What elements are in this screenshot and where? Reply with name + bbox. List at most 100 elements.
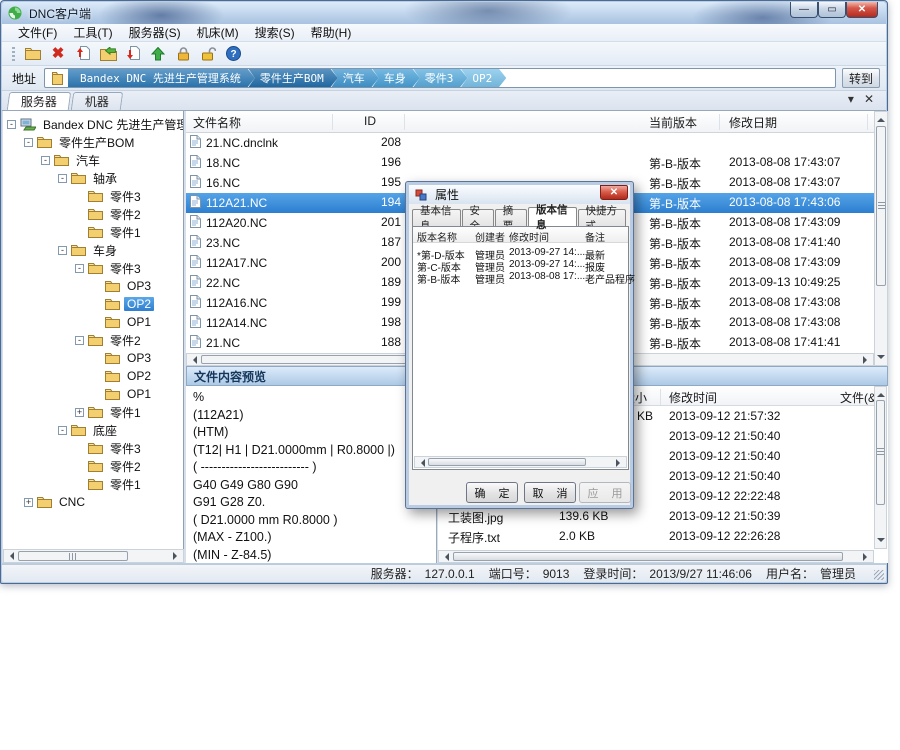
unlock-icon[interactable] <box>199 45 217 63</box>
scroll-right-icon[interactable] <box>863 553 871 561</box>
expand-minus-icon[interactable]: - <box>58 246 67 255</box>
view-tab-server[interactable]: 服务器 <box>7 92 72 110</box>
dialog-tab-0[interactable]: 基本信息 <box>412 209 461 226</box>
expand-minus-icon[interactable]: - <box>58 426 67 435</box>
dialog-tab-2[interactable]: 摘要 <box>495 209 527 226</box>
scroll-up-icon[interactable] <box>877 114 885 122</box>
scrollbar-thumb[interactable] <box>876 126 886 286</box>
tree-item[interactable]: +CNC <box>3 493 183 511</box>
expand-minus-icon[interactable]: - <box>41 156 50 165</box>
attachment-vertical-scrollbar[interactable] <box>874 386 887 549</box>
tree-item[interactable]: OP3 <box>3 277 183 295</box>
dialog-title-bar[interactable]: 属性 ✕ <box>409 185 630 204</box>
tree-item[interactable]: 零件3 <box>3 439 183 457</box>
tree-item[interactable]: -零件2 <box>3 331 183 349</box>
tree-item[interactable]: OP2 <box>3 295 183 313</box>
column-id[interactable]: ID <box>364 114 376 128</box>
resize-grip[interactable] <box>874 570 884 580</box>
column-note[interactable]: 备注 <box>585 229 605 244</box>
column-file[interactable]: 文件(& <box>840 389 876 406</box>
tree-item[interactable]: -零件3 <box>3 259 183 277</box>
scroll-up-icon[interactable] <box>877 389 885 397</box>
attachment-row[interactable]: 工装图.jpg139.6 KB2013-09-12 21:50:39 <box>438 507 874 527</box>
column-creator[interactable]: 创建者 <box>475 229 505 244</box>
scrollbar-thumb[interactable] <box>876 400 885 505</box>
upload-arrow-icon[interactable] <box>149 45 167 63</box>
scrollbar-thumb[interactable] <box>18 551 128 561</box>
tree-item[interactable]: -轴承 <box>3 169 183 187</box>
expand-minus-icon[interactable]: - <box>75 336 84 345</box>
tree-item[interactable]: 零件1 <box>3 475 183 493</box>
menu-item-4[interactable]: 搜索(S) <box>247 23 303 42</box>
scroll-left-icon[interactable] <box>6 552 14 560</box>
column-version-name[interactable]: 版本名称 <box>417 229 457 244</box>
tree-item[interactable]: -车身 <box>3 241 183 259</box>
tree-item[interactable]: 零件2 <box>3 457 183 475</box>
version-list-header[interactable]: 版本名称 创建者 修改时间 备注 <box>413 227 628 243</box>
tree-item[interactable]: -Bandex DNC 先进生产管理系统 <box>3 115 183 133</box>
dialog-tab-1[interactable]: 安全 <box>462 209 494 226</box>
expand-minus-icon[interactable]: - <box>24 138 33 147</box>
scroll-right-icon[interactable] <box>173 552 181 560</box>
tree-item[interactable]: -汽车 <box>3 151 183 169</box>
toolbar-grip[interactable] <box>12 47 15 61</box>
breadcrumb-segment-1[interactable]: 零件生产BOM <box>248 68 338 88</box>
go-button[interactable]: 转到 <box>842 68 880 88</box>
dialog-close-button[interactable]: ✕ <box>600 185 628 200</box>
table-row[interactable]: 21.NC.dnclnk208 <box>186 133 874 153</box>
scrollbar-thumb[interactable] <box>453 552 843 561</box>
close-button[interactable]: ✕ <box>846 2 878 18</box>
tree-item[interactable]: 零件2 <box>3 205 183 223</box>
menu-item-3[interactable]: 机床(M) <box>189 23 247 42</box>
tree-item[interactable]: -底座 <box>3 421 183 439</box>
expand-plus-icon[interactable]: + <box>24 498 33 507</box>
tree-item[interactable]: 零件1 <box>3 223 183 241</box>
checkout-document-icon[interactable] <box>124 45 142 63</box>
tree-item[interactable]: OP3 <box>3 349 183 367</box>
menu-item-5[interactable]: 帮助(H) <box>303 23 360 42</box>
scroll-right-icon[interactable] <box>616 459 624 467</box>
expand-minus-icon[interactable]: - <box>75 264 84 273</box>
scroll-right-icon[interactable] <box>863 356 871 364</box>
breadcrumb-segment-2[interactable]: 汽车 <box>331 68 379 88</box>
dialog-horizontal-scrollbar[interactable] <box>414 456 627 468</box>
maximize-button[interactable]: ▭ <box>818 2 846 18</box>
folder-icon[interactable] <box>24 45 42 63</box>
scroll-left-icon[interactable] <box>417 459 425 467</box>
breadcrumb-segment-0[interactable]: Bandex DNC 先进生产管理系统 <box>68 68 255 88</box>
panel-close-icon[interactable]: ✕ <box>864 93 874 105</box>
tree-item[interactable]: -零件生产BOM <box>3 133 183 151</box>
breadcrumb[interactable]: Bandex DNC 先进生产管理系统零件生产BOM汽车车身零件3OP2 <box>44 68 836 88</box>
tree-item[interactable]: +零件1 <box>3 403 183 421</box>
table-row[interactable]: 18.NC196第-B-版本2013-08-08 17:43:07 <box>186 153 874 173</box>
file-list-header[interactable]: 文件名称 ID 当前版本 修改日期 <box>186 111 874 133</box>
tree-item[interactable]: OP1 <box>3 313 183 331</box>
dialog-tab-4[interactable]: 快捷方式 <box>578 209 627 226</box>
breadcrumb-segment-4[interactable]: 零件3 <box>413 68 468 88</box>
attachment-horizontal-scrollbar[interactable] <box>438 550 874 563</box>
help-icon[interactable]: ? <box>224 45 242 63</box>
delete-icon[interactable]: ✖ <box>49 45 67 63</box>
column-modified-time[interactable]: 修改时间 <box>669 389 717 406</box>
cancel-button[interactable]: 取 消 <box>524 482 576 503</box>
scroll-left-icon[interactable] <box>441 553 449 561</box>
column-current-version[interactable]: 当前版本 <box>649 114 697 131</box>
tree-item[interactable]: 零件3 <box>3 187 183 205</box>
ok-button[interactable]: 确 定 <box>466 482 518 503</box>
tree-item[interactable]: OP1 <box>3 385 183 403</box>
view-tab-machine[interactable]: 机器 <box>71 92 124 110</box>
column-file-name[interactable]: 文件名称 <box>193 114 241 131</box>
title-bar[interactable]: DNC客户端 — ▭ ✕ <box>2 2 886 24</box>
menu-item-0[interactable]: 文件(F) <box>10 23 65 42</box>
expand-minus-icon[interactable]: - <box>7 120 16 129</box>
expand-plus-icon[interactable]: + <box>75 408 84 417</box>
version-row[interactable]: *第-D-版本管理员2013-09-27 14:...最新 <box>413 247 628 259</box>
scroll-down-icon[interactable] <box>877 355 885 363</box>
version-row[interactable]: 第-C-版本管理员2013-09-27 14:...报废 <box>413 259 628 271</box>
menu-item-1[interactable]: 工具(T) <box>65 23 120 42</box>
menu-item-2[interactable]: 服务器(S) <box>121 23 189 42</box>
panel-menu-icon[interactable]: ▾ <box>848 93 854 105</box>
tree-horizontal-scrollbar[interactable] <box>3 549 184 563</box>
expand-minus-icon[interactable]: - <box>58 174 67 183</box>
column-modified-date[interactable]: 修改日期 <box>729 114 777 131</box>
